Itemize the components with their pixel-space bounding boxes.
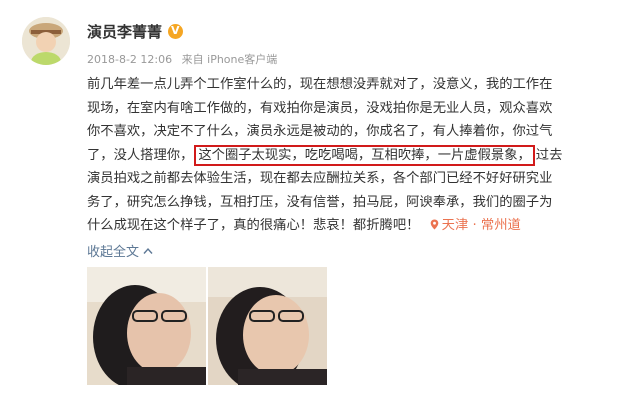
location-link[interactable]: 天津 · 常州道 bbox=[442, 218, 521, 233]
post-line: 你不喜欢，决定不了什么，演员永远是被动的，你成名了，有人捧着你，你过气 bbox=[87, 124, 553, 139]
location-pin-icon bbox=[430, 219, 438, 230]
post-line: 前几年差一点儿弄个工作室什么的，现在想想没弄就对了，没意义，我的工作在 bbox=[87, 77, 553, 92]
post-photo[interactable] bbox=[208, 267, 327, 385]
post-photo[interactable] bbox=[87, 267, 206, 385]
chevron-up-icon bbox=[143, 247, 153, 254]
username[interactable]: 演员李菁菁 bbox=[87, 21, 184, 42]
username-text[interactable]: 演员李菁菁 bbox=[87, 21, 162, 42]
post-line: 务了，研究怎么挣钱，互相打压，没有信誉，拍马屁，阿谀奉承，我们的圈子为 bbox=[87, 194, 553, 210]
post-line-highlight: 了，没人搭理你， 这个圈子太现实，吃吃喝喝，互相吹捧，一片虚假景象， 过去 bbox=[87, 144, 627, 168]
post-text: 前几年差一点儿弄个工作室什么的，现在想想没弄就对了，没意义，我的工作在 现场，在… bbox=[87, 73, 627, 238]
post-line-last: 什么成现在这个样子了，真的很痛心！悲哀！都折腾吧！ 天津 · 常州道 bbox=[87, 214, 627, 238]
photo-image bbox=[87, 267, 206, 385]
post-meta: 2018-8-2 12:06 来自 iPhone客户端 bbox=[87, 51, 277, 67]
avatar[interactable] bbox=[22, 17, 70, 65]
post-line-prefix: 了，没人搭理你， bbox=[87, 147, 194, 163]
collapse-full-text-link[interactable]: 收起全文 bbox=[87, 241, 153, 260]
post-timestamp[interactable]: 2018-8-2 12:06 bbox=[87, 53, 172, 66]
highlighted-quote: 这个圈子太现实，吃吃喝喝，互相吹捧，一片虚假景象， bbox=[194, 144, 535, 166]
post-line: 现场，在室内有啥工作做的，有戏拍你是演员，没戏拍你是无业人员，观众喜欢 bbox=[87, 100, 553, 116]
verified-badge-icon bbox=[168, 24, 184, 39]
photo-image bbox=[208, 267, 327, 385]
post-source: 来自 iPhone客户端 bbox=[181, 53, 278, 66]
post-line-text: 什么成现在这个样子了，真的很痛心！悲哀！都折腾吧！ bbox=[87, 218, 420, 233]
collapse-label[interactable]: 收起全文 bbox=[87, 241, 139, 260]
post-line-suffix: 过去 bbox=[535, 147, 563, 163]
post-line: 演员拍戏之前都去体验生活，现在都去应酬拉关系，各个部门已经不好好研究业 bbox=[87, 171, 553, 186]
